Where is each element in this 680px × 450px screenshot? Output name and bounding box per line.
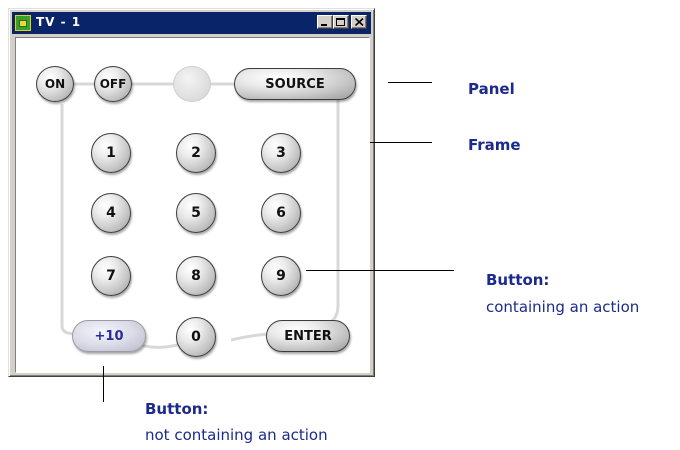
digit-9-button[interactable]: 9: [261, 256, 301, 296]
panel-pointer-line: [388, 82, 432, 83]
frame-label: Frame: [468, 136, 521, 154]
digit-7-button[interactable]: 7: [91, 256, 131, 296]
digit-3-button[interactable]: 3: [261, 133, 301, 173]
action-button-label: Button:: [486, 271, 550, 289]
remote-panel: ON OFF SOURCE 1 2 3 4 5 6 7 8 9 +10 0 EN…: [15, 37, 370, 373]
tv-remote-window: TV - 1 ON OFF SOURCE 1 2 3 4 5 6 7 8 9 +…: [8, 8, 375, 377]
close-icon: [355, 18, 364, 26]
title-bar[interactable]: TV - 1: [12, 12, 371, 34]
action-button-description: containing an action: [486, 298, 640, 316]
digit-0-button[interactable]: 0: [176, 317, 216, 357]
digit-6-button[interactable]: 6: [261, 193, 301, 233]
app-icon: [15, 15, 31, 31]
frame-pointer-line: [370, 142, 432, 143]
digit-1-button[interactable]: 1: [91, 133, 131, 173]
action-button-pointer-line: [306, 270, 454, 271]
plus10-button[interactable]: +10: [72, 320, 146, 352]
minimize-button[interactable]: [317, 15, 333, 29]
maximize-button[interactable]: [333, 15, 349, 29]
blank-button[interactable]: [173, 66, 211, 102]
close-button[interactable]: [351, 15, 367, 29]
noaction-button-description: not containing an action: [145, 426, 328, 444]
enter-button[interactable]: ENTER: [266, 320, 350, 352]
window-title: TV - 1: [36, 15, 82, 29]
digit-2-button[interactable]: 2: [176, 133, 216, 173]
panel-label: Panel: [468, 80, 515, 98]
digit-8-button[interactable]: 8: [176, 256, 216, 296]
off-button[interactable]: OFF: [94, 66, 132, 102]
digit-5-button[interactable]: 5: [176, 193, 216, 233]
noaction-button-label: Button:: [145, 400, 209, 418]
noaction-button-pointer-line: [103, 366, 104, 402]
on-button[interactable]: ON: [36, 66, 74, 102]
source-button[interactable]: SOURCE: [234, 68, 356, 100]
digit-4-button[interactable]: 4: [91, 193, 131, 233]
